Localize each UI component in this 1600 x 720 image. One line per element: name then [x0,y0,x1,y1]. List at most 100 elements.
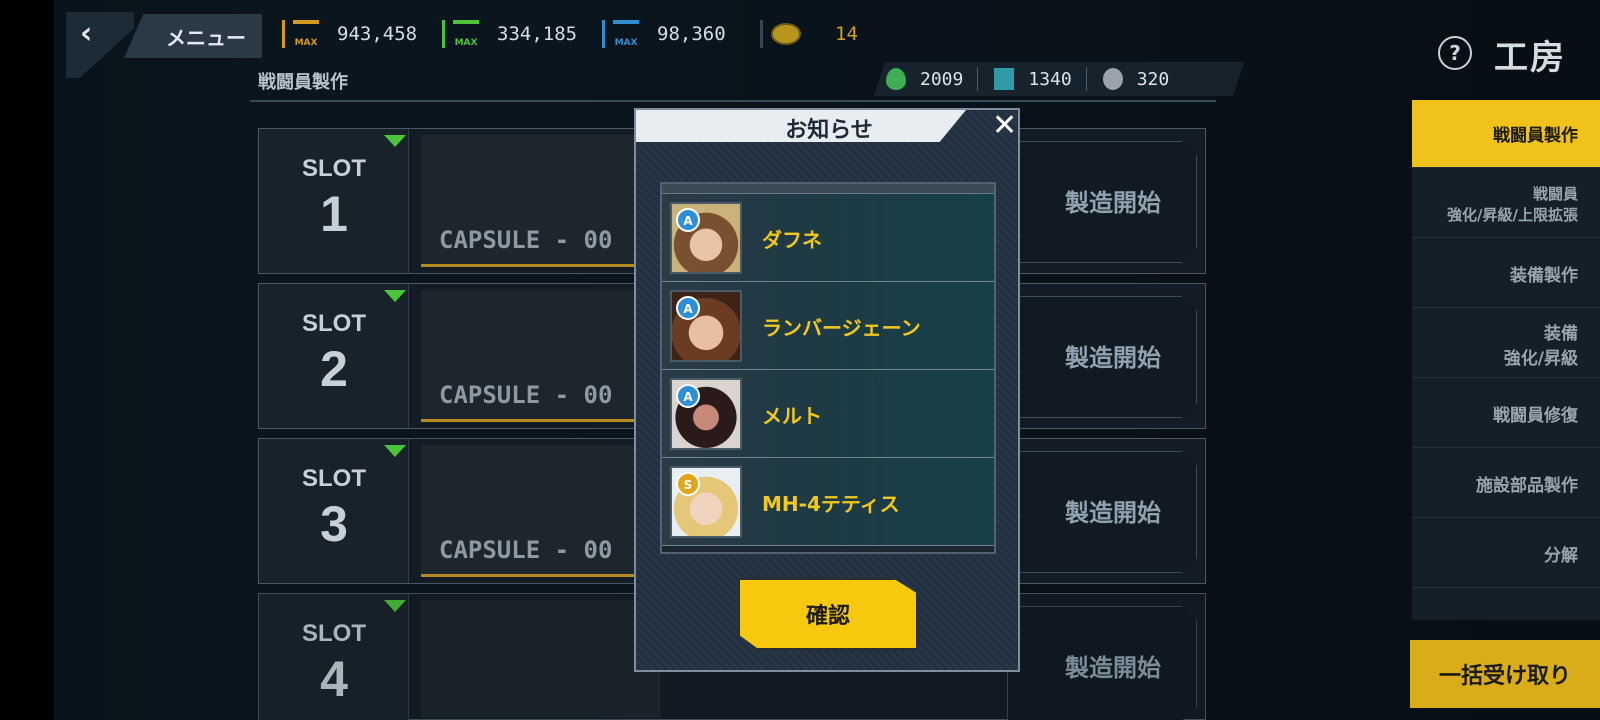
start-production-label: 製造開始 [1065,189,1161,217]
slot-label: SLOT [302,155,366,182]
character-name: ダフネ [762,228,822,252]
capsule-area[interactable]: CAPSULE - 00 [421,135,661,267]
help-icon[interactable]: ? [1438,36,1472,70]
green-material-icon [886,68,906,90]
start-production-label: 製造開始 [1065,499,1161,527]
sidebar-item-label: 戦闘員 [1532,184,1578,203]
resource-parts: MAX 943,458 [282,18,417,50]
gear-material-icon [1102,68,1123,90]
capsule-label: CAPSULE - 00 [439,536,613,564]
materials-bar: 2009 1340 320 [874,62,1244,96]
character-portrait: A [670,378,742,450]
start-production-label: 製造開始 [1065,654,1161,682]
slot-number: 1 [320,186,348,242]
material-gear: 320 [1102,68,1184,90]
character-name: メルト [762,404,822,428]
resource-power: MAX 98,360 [602,18,726,50]
sidebar-item-label: 分解 [1544,546,1578,566]
slot-header: SLOT 3 [259,439,409,583]
section-divider [250,100,1216,102]
power-icon: MAX [613,20,639,48]
chevron-down-icon [384,135,406,147]
resource-token: 14 [760,18,858,50]
capsule-label: CAPSULE - 00 [439,381,613,409]
rank-badge-icon: A [676,384,700,408]
sidebar-item-equipment-enhance[interactable]: 装備 強化/昇級 [1412,310,1600,378]
capsule-area[interactable]: CAPSULE - 00 [421,445,661,577]
parts-value: 943,458 [337,23,418,45]
nutrient-icon: MAX [453,20,479,48]
acquired-list: A ダフネ A ランバージェーン A メルト S MH-4テティス [660,182,996,554]
rank-badge-icon: S [676,472,700,496]
slot-number: 4 [320,651,348,707]
notification-modal: お知らせ ✕ A ダフネ A ランバージェーン A メルト S MH-4テティス… [634,108,1020,672]
character-name: ランバージェーン [762,316,921,340]
token-icon [771,23,801,45]
material-separator [1085,67,1087,91]
rank-badge-icon: A [676,296,700,320]
sidebar-item-label: 施設部品製作 [1476,476,1578,496]
resource-separator [442,20,445,48]
sidebar-item-label: 装備 [1544,323,1578,344]
nutrient-value: 334,185 [497,23,578,45]
material-value: 1340 [1028,68,1072,90]
chevron-down-icon [384,290,406,302]
power-value: 98,360 [657,23,726,45]
chip-material-icon [994,68,1015,90]
bulk-receive-button[interactable]: 一括受け取り [1410,640,1600,708]
list-item: A ダフネ [662,194,994,282]
sidebar-item-sublabel: 強化/昇級/上限拡張 [1447,205,1578,224]
material-value: 2009 [920,68,964,90]
chevron-down-icon [384,600,406,612]
character-portrait: S [670,466,742,538]
resource-separator [760,20,763,48]
game-screen: ‹ メニュー MAX 943,458 MAX 334,185 MAX 98,36… [0,0,1600,720]
slot-header: SLOT 4 [259,594,409,720]
sidebar-item-disassemble[interactable]: 分解 [1412,520,1600,588]
page-title: 工房 [1494,38,1566,78]
sidebar-item-facility-parts[interactable]: 施設部品製作 [1412,450,1600,518]
capsule-label: CAPSULE - 00 [439,226,613,254]
slot-label: SLOT [302,310,366,337]
list-item: S MH-4テティス [662,458,994,546]
start-production-label: 製造開始 [1065,344,1161,372]
resource-separator [282,20,285,48]
slot-header: SLOT 1 [259,129,409,273]
material-green: 2009 [886,67,979,91]
back-arrow-icon: ‹ [80,16,93,51]
list-item: A ランバージェーン [662,282,994,370]
chevron-down-icon [384,445,406,457]
list-item: A メルト [662,370,994,458]
material-separator [977,67,979,91]
sidebar-item-combatant-production[interactable]: 戦闘員製作 [1412,100,1600,168]
slot-header: SLOT 2 [259,284,409,428]
resource-separator [602,20,605,48]
sidebar-item-combatant-enhance[interactable]: 戦闘員 強化/昇級/上限拡張 [1412,170,1600,238]
section-title: 戦闘員製作 [258,72,348,93]
parts-icon: MAX [293,20,319,48]
capsule-area[interactable]: CAPSULE - 00 [421,290,661,422]
sidebar-item-equipment-production[interactable]: 装備製作 [1412,240,1600,308]
sidebar-item-combatant-repair[interactable]: 戦闘員修復 [1412,380,1600,448]
sidebar-item-sublabel: 強化/昇級 [1503,348,1578,369]
close-icon[interactable]: ✕ [992,108,1017,143]
rank-badge-icon: A [676,208,700,232]
slot-label: SLOT [302,620,366,647]
material-chip: 1340 [994,67,1087,91]
slot-number: 2 [320,341,348,397]
character-portrait: A [670,290,742,362]
menu-button[interactable]: メニュー [124,14,262,58]
character-name: MH-4テティス [762,492,900,516]
token-value: 14 [835,23,858,45]
sidebar-item-label: 戦闘員製作 [1493,126,1578,146]
slot-label: SLOT [302,465,366,492]
material-value: 320 [1136,68,1170,90]
confirm-button[interactable]: 確認 [738,578,918,650]
resource-nutrient: MAX 334,185 [442,18,577,50]
capsule-area[interactable] [421,600,661,718]
modal-title: お知らせ [785,118,873,143]
sidebar-item-label: 戦闘員修復 [1493,406,1578,426]
menu-label: メニュー [166,26,246,50]
list-scroll-edge [662,184,994,194]
slot-number: 3 [320,496,348,552]
